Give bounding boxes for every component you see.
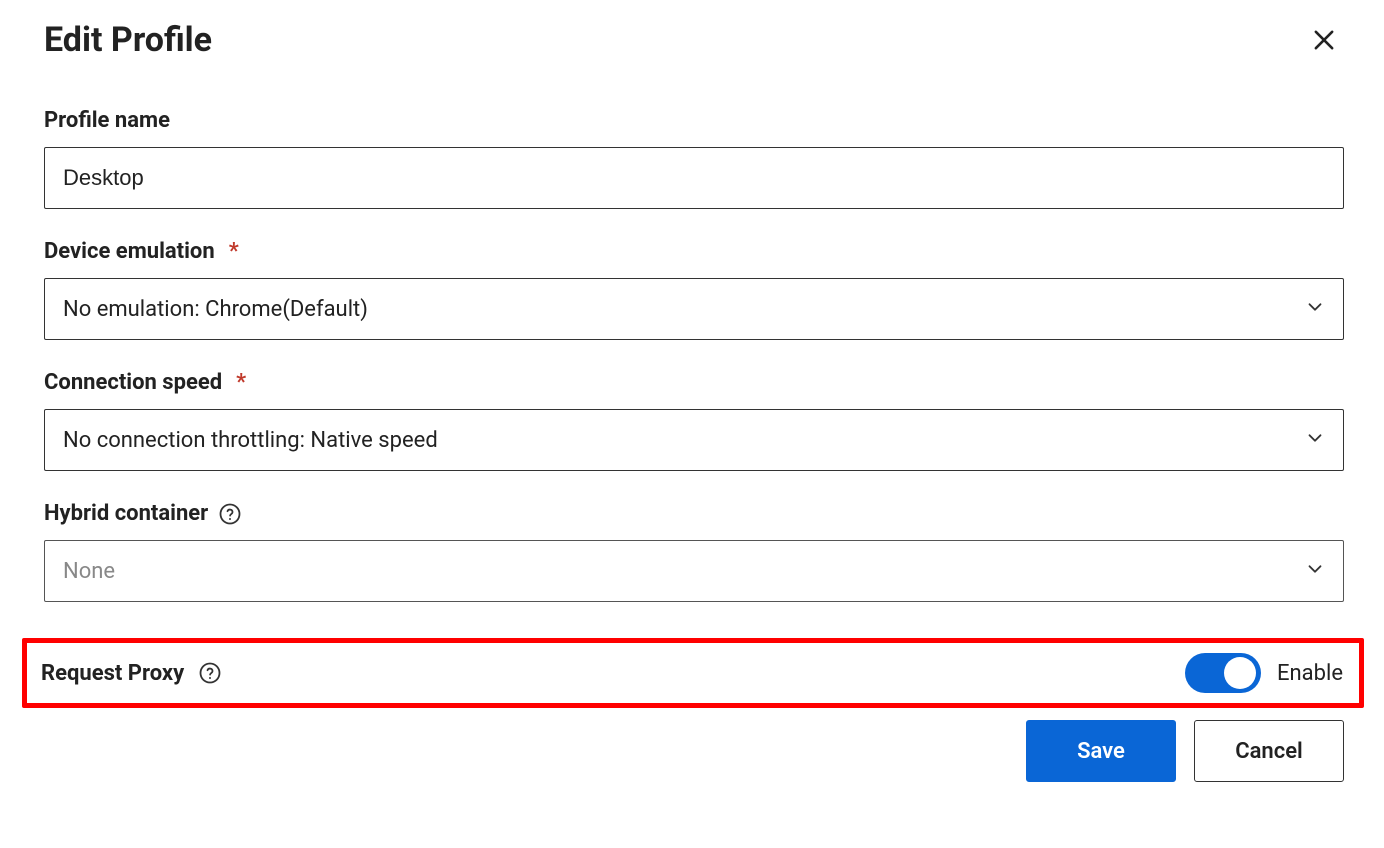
device-emulation-value: No emulation: Chrome(Default) (44, 278, 1344, 340)
required-asterisk: * (236, 370, 246, 395)
connection-speed-group: Connection speed * No connection throttl… (44, 370, 1344, 471)
close-button[interactable] (1304, 20, 1344, 60)
connection-speed-value: No connection throttling: Native speed (44, 409, 1344, 471)
request-proxy-left: Request Proxy (41, 661, 222, 686)
connection-speed-label-text: Connection speed (44, 370, 222, 395)
profile-name-group: Profile name (44, 108, 1344, 209)
hybrid-container-label: Hybrid container (44, 501, 1344, 526)
hybrid-container-value: None (44, 540, 1344, 602)
request-proxy-label: Request Proxy (41, 661, 184, 686)
request-proxy-right: Enable (1185, 653, 1343, 693)
device-emulation-label: Device emulation * (44, 239, 1344, 264)
save-button[interactable]: Save (1026, 720, 1176, 782)
request-proxy-row: Request Proxy Enable (22, 638, 1364, 708)
toggle-knob (1224, 657, 1256, 689)
profile-name-label: Profile name (44, 108, 1344, 133)
device-emulation-label-text: Device emulation (44, 239, 215, 264)
device-emulation-select[interactable]: No emulation: Chrome(Default) (44, 278, 1344, 340)
dialog-title: Edit Profile (44, 20, 212, 60)
request-proxy-toggle[interactable] (1185, 653, 1261, 693)
dialog-header: Edit Profile (44, 20, 1344, 60)
hybrid-container-label-text: Hybrid container (44, 501, 208, 526)
help-icon[interactable] (218, 502, 242, 526)
connection-speed-select[interactable]: No connection throttling: Native speed (44, 409, 1344, 471)
required-asterisk: * (229, 239, 239, 264)
dialog-actions: Save Cancel (44, 720, 1344, 782)
hybrid-container-group: Hybrid container None (44, 501, 1344, 602)
close-icon (1310, 26, 1338, 54)
profile-name-input[interactable] (44, 147, 1344, 209)
cancel-button[interactable]: Cancel (1194, 720, 1344, 782)
hybrid-container-select[interactable]: None (44, 540, 1344, 602)
request-proxy-status: Enable (1277, 661, 1343, 686)
connection-speed-label: Connection speed * (44, 370, 1344, 395)
help-icon[interactable] (198, 661, 222, 685)
device-emulation-group: Device emulation * No emulation: Chrome(… (44, 239, 1344, 340)
